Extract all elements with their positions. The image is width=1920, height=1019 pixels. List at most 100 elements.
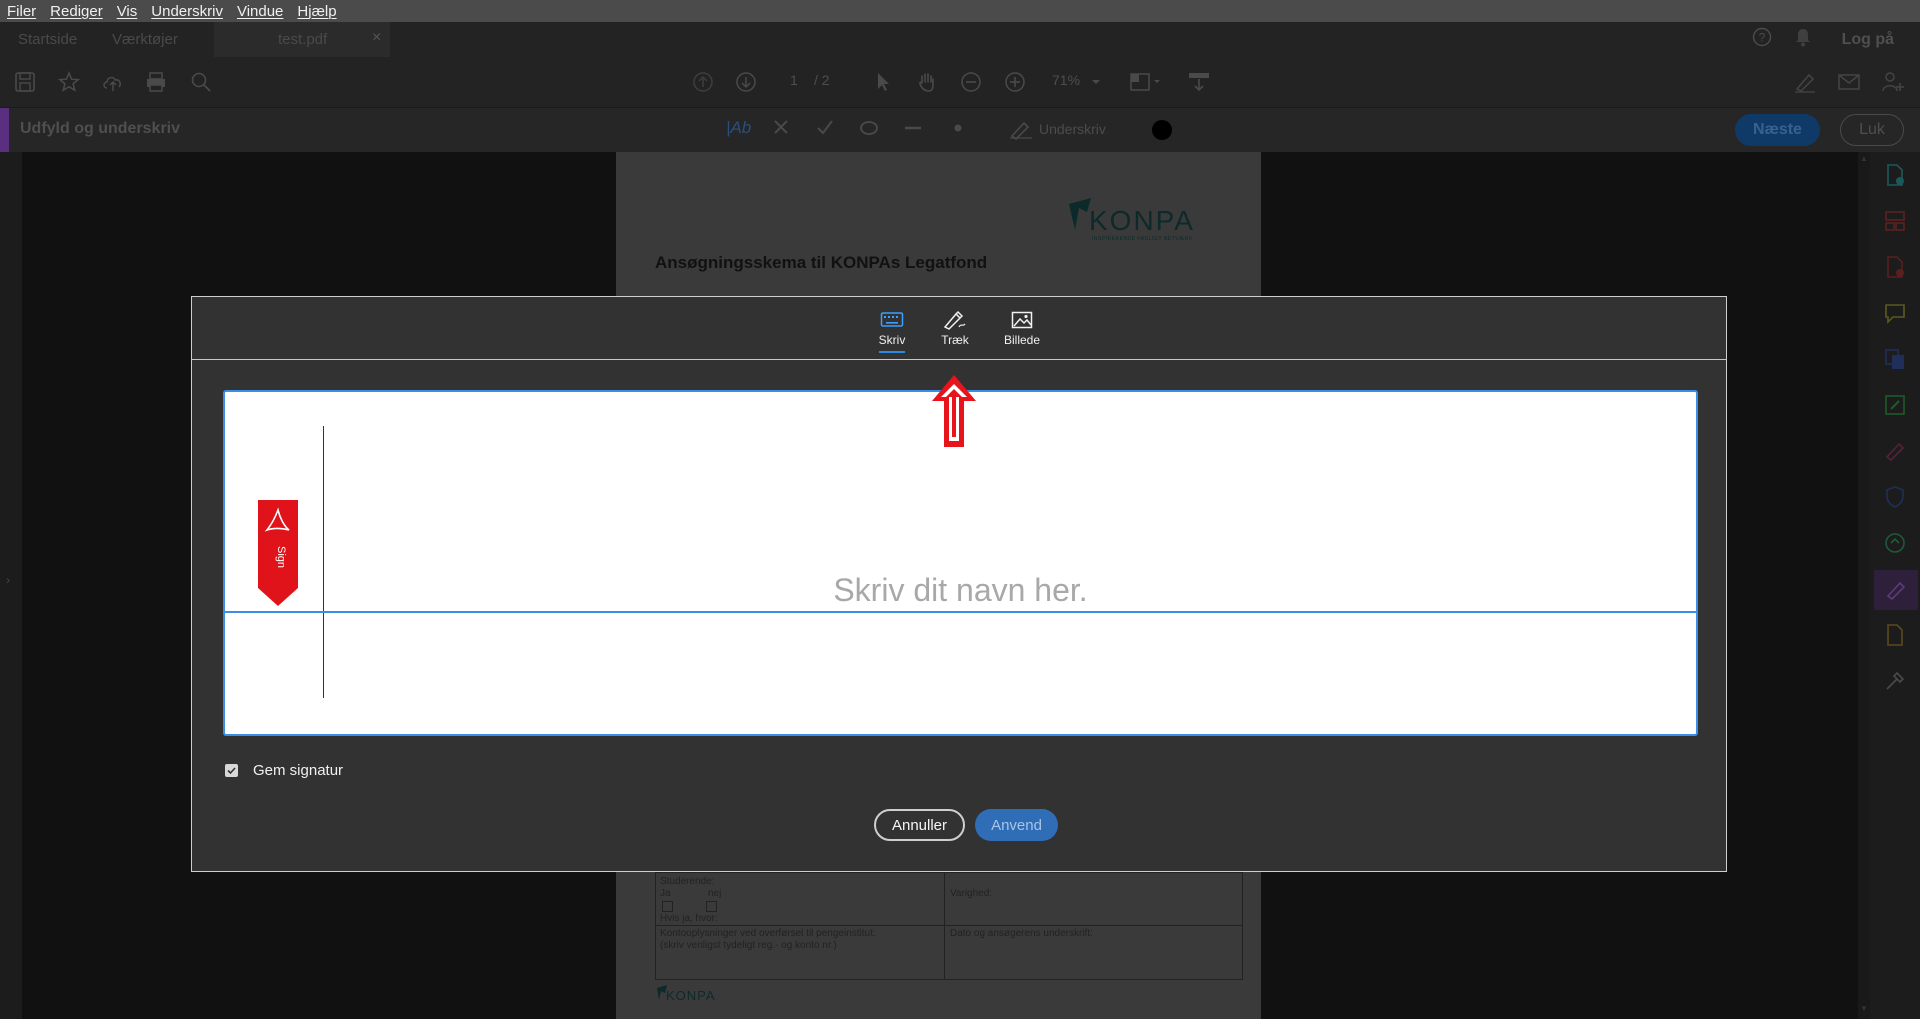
tab-document[interactable]: test.pdf <box>214 22 390 57</box>
scroll-mode-icon[interactable] <box>1184 67 1214 97</box>
zoom-level[interactable]: 71% <box>1052 72 1080 88</box>
image-icon <box>992 309 1052 331</box>
menu-vis[interactable]: Vis <box>110 3 145 20</box>
signature-placeholder: Skriv dit navn her. <box>833 572 1088 608</box>
fill-sign-icon[interactable] <box>1790 67 1820 97</box>
signature-pen-icon[interactable] <box>1008 118 1034 145</box>
menu-filer[interactable]: Filer <box>0 3 43 20</box>
scroll-up-icon[interactable]: ▲ <box>1860 154 1868 163</box>
svg-text:KONPA: KONPA <box>1089 205 1195 236</box>
page-fit-icon[interactable] <box>1128 67 1164 97</box>
add-user-icon[interactable] <box>1878 67 1908 97</box>
next-button[interactable]: Næste <box>1735 114 1820 146</box>
dot-tool-icon[interactable] <box>952 120 964 141</box>
mail-icon[interactable] <box>1834 67 1864 97</box>
keyboard-icon <box>862 309 922 331</box>
star-icon[interactable] <box>54 67 84 97</box>
check-mark-icon[interactable] <box>815 116 835 143</box>
signature-mode-tabs: Skriv Træk Billede <box>192 297 1726 360</box>
color-picker-swatch[interactable] <box>1150 118 1174 147</box>
sign-flag-label: Sign <box>275 546 287 568</box>
apply-button[interactable]: Anvend <box>975 809 1058 841</box>
more-tools-icon[interactable] <box>1880 666 1910 696</box>
tab-traek[interactable]: Træk <box>925 309 985 347</box>
no-checkbox[interactable] <box>706 901 717 912</box>
yes-checkbox[interactable] <box>662 901 673 912</box>
save-signature-label: Gem signatur <box>253 762 344 779</box>
page-down-icon[interactable] <box>731 67 761 97</box>
edit-pdf-icon[interactable] <box>1880 390 1910 420</box>
page-number-input[interactable]: 1 <box>790 72 798 88</box>
zoom-in-icon[interactable] <box>1000 67 1030 97</box>
tool-accent-stripe <box>0 108 9 152</box>
comment-icon[interactable] <box>1880 298 1910 328</box>
help-icon[interactable]: ? <box>1752 27 1772 52</box>
request-signature-icon[interactable] <box>1880 436 1910 466</box>
tab-startside[interactable]: Startside <box>18 22 77 57</box>
konpa-logo: KONPA INSPIRERENDE FAGLIGT NETVÆRK <box>1065 194 1215 249</box>
save-signature-checkbox[interactable] <box>225 764 238 777</box>
login-link[interactable]: Log på <box>1842 31 1894 49</box>
signature-baseline <box>225 611 1696 613</box>
line-tool-icon[interactable] <box>902 118 924 143</box>
close-tool-button[interactable]: Luk <box>1840 114 1904 146</box>
export-pdf-icon[interactable] <box>1880 252 1910 282</box>
menu-underskriv[interactable]: Underskriv <box>144 3 230 20</box>
application-form-table: Studerende: Ja nej Hvis ja, hvor: Varigh… <box>655 872 1243 980</box>
tab-skriv-label: Skriv <box>878 333 906 347</box>
bell-icon[interactable] <box>1794 27 1812 52</box>
menu-bar: Filer Rediger Vis Underskriv Vindue Hjæl… <box>0 0 1920 22</box>
page-up-icon[interactable] <box>688 67 718 97</box>
svg-text:?: ? <box>1758 31 1765 45</box>
cancel-button[interactable]: Annuller <box>874 809 965 841</box>
protect-shield-icon[interactable] <box>1880 482 1910 512</box>
optimize-icon[interactable] <box>1880 528 1910 558</box>
zoom-out-icon[interactable] <box>956 67 986 97</box>
create-pdf-icon[interactable] <box>1880 160 1910 190</box>
tab-document-label: test.pdf <box>278 31 328 48</box>
select-arrow-icon[interactable] <box>868 67 898 97</box>
left-panel-rail: › <box>0 152 22 1019</box>
save-signature-row[interactable]: Gem signatur <box>225 762 343 779</box>
fill-sign-bar: Udfyld og underskriv |Ab Underskriv Næst… <box>0 108 1920 152</box>
cross-mark-icon[interactable] <box>772 116 790 143</box>
tab-close-icon[interactable]: × <box>372 29 381 47</box>
hand-tool-icon[interactable] <box>912 67 942 97</box>
tab-billede[interactable]: Billede <box>992 309 1052 347</box>
cloud-upload-icon[interactable] <box>98 67 128 97</box>
search-icon[interactable] <box>186 67 216 97</box>
send-for-review-icon[interactable] <box>1880 620 1910 650</box>
tab-vaerktoejer[interactable]: Værktøjer <box>112 22 178 57</box>
zoom-dropdown-icon[interactable] <box>1088 67 1104 97</box>
tab-bar: Startside Værktøjer test.pdf × ? Log på <box>0 22 1920 57</box>
add-text-tool[interactable]: |Ab <box>726 118 751 138</box>
pen-draw-icon <box>925 309 985 331</box>
yes-label: Ja <box>660 888 671 899</box>
signature-tool-label[interactable]: Underskriv <box>1039 121 1106 137</box>
account-label: Kontooplysninger ved overførsel til peng… <box>660 928 876 939</box>
no-label: nej <box>708 888 722 899</box>
menu-hjaelp[interactable]: Hjælp <box>290 3 343 20</box>
expand-left-panel-icon[interactable]: › <box>6 573 10 587</box>
date-signature-label: Dato og ansøgerens underskrift: <box>950 928 1093 939</box>
menu-vindue[interactable]: Vindue <box>230 3 290 20</box>
combine-files-icon[interactable] <box>1880 344 1910 374</box>
document-heading: Ansøgningsskema til KONPAs Legatfond <box>655 253 988 272</box>
form-divider-horizontal <box>656 925 1242 926</box>
tab-skriv[interactable]: Skriv <box>862 309 922 353</box>
print-icon[interactable] <box>141 67 171 97</box>
vertical-scrollbar[interactable]: ▲ ▼ <box>1858 152 1870 1019</box>
main-toolbar: 1 / 2 71% <box>0 57 1920 108</box>
menu-rediger[interactable]: Rediger <box>43 3 110 20</box>
organize-pages-icon[interactable] <box>1880 206 1910 236</box>
ellipse-tool-icon[interactable] <box>858 118 880 143</box>
tab-billede-label: Billede <box>1003 333 1041 347</box>
footer-konpa-logo: KONPA <box>655 984 725 1011</box>
scroll-down-icon[interactable]: ▼ <box>1860 1004 1868 1013</box>
fill-sign-active-icon[interactable] <box>1874 570 1918 610</box>
checkmark-icon <box>227 767 236 775</box>
page-total: / 2 <box>814 72 830 88</box>
tab-traek-label: Træk <box>941 333 969 347</box>
save-icon[interactable] <box>10 67 40 97</box>
signature-left-guide <box>323 426 324 698</box>
